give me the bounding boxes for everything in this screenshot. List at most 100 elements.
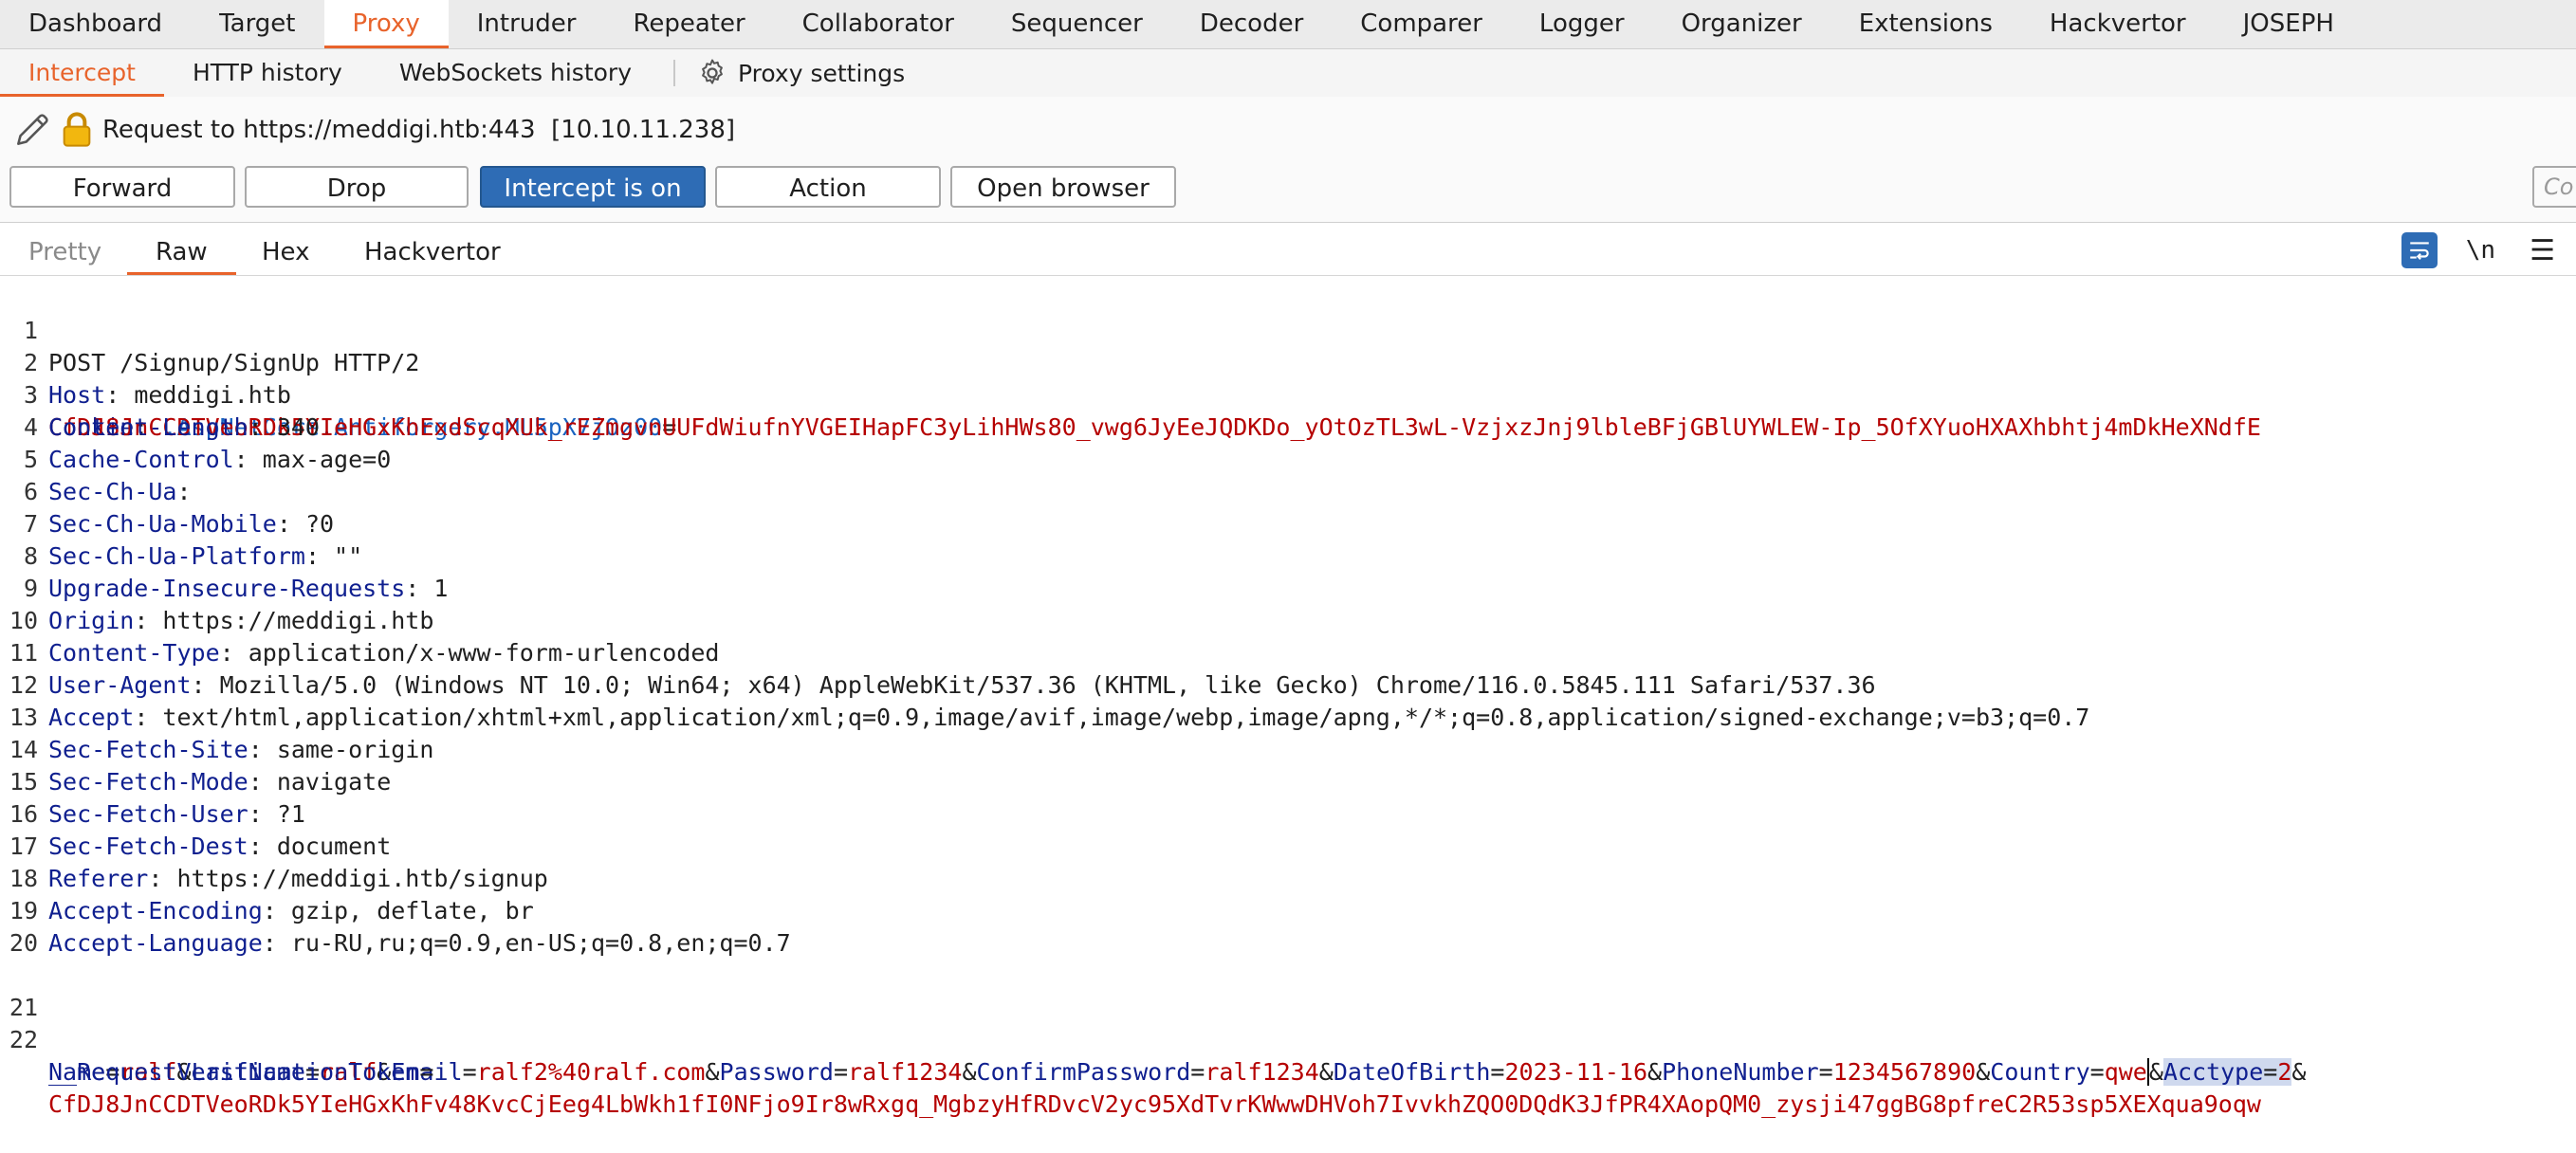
drop-button[interactable]: Drop	[245, 166, 469, 208]
header-value: https://meddigi.htb/signup	[162, 865, 548, 892]
intercept-toolbar: Forward Drop Intercept is on Action Open…	[0, 163, 2576, 223]
tab-comparer[interactable]: Comparer	[1332, 0, 1511, 48]
tab-raw[interactable]: Raw	[127, 226, 236, 275]
header-name: Cache-Control	[48, 446, 234, 473]
tab-collaborator[interactable]: Collaborator	[774, 0, 983, 48]
header-value: Mozilla/5.0 (Windows NT 10.0; Win64; x64…	[205, 671, 1876, 699]
param-value: ralf1234	[848, 1058, 963, 1086]
code-line: 22 Name=ralf&LastName=ralf&Email=ralf2%4…	[0, 992, 2306, 1086]
line-number: 17	[9, 833, 38, 860]
tab-decoder[interactable]: Decoder	[1171, 0, 1332, 48]
header-value: ""	[320, 542, 363, 570]
raw-request-editor[interactable]: 1 POST /Signup/SignUp HTTP/2 2 Host: med…	[0, 283, 2576, 1145]
line-number: 15	[9, 768, 38, 796]
param-name: Acctype	[2162, 1058, 2264, 1086]
header-value: 1	[419, 575, 449, 602]
param-name: DateOfBirth	[1333, 1058, 1491, 1086]
word-wrap-icon[interactable]	[2401, 232, 2438, 268]
param-value: ralf2%40ralf.com	[476, 1058, 706, 1086]
line-number: 13	[9, 704, 38, 731]
line-number: 19	[9, 897, 38, 924]
header-name: Accept-Encoding	[48, 897, 263, 924]
header-name: Sec-Ch-Ua	[48, 478, 177, 505]
tab-target[interactable]: Target	[191, 0, 323, 48]
code-line: 2 Host: meddigi.htb	[0, 315, 291, 409]
tab-repeater[interactable]: Repeater	[604, 0, 773, 48]
header-value: 340	[262, 413, 320, 441]
param-value: 2023-11-16	[1504, 1058, 1647, 1086]
tab-intercept[interactable]: Intercept	[0, 49, 164, 97]
header-name: Upgrade-Insecure-Requests	[48, 575, 406, 602]
tab-intruder[interactable]: Intruder	[449, 0, 605, 48]
proxy-sub-tab-bar: Intercept HTTP history WebSockets histor…	[0, 49, 2576, 98]
token-value: CfDJ8JnCCDTVeoRDk5YIeHGxKhFv48KvcCjEeg4L…	[48, 1090, 2261, 1118]
menu-icon[interactable]: ☰	[2530, 234, 2555, 267]
line-number: 9	[23, 575, 38, 602]
header-name: Origin	[48, 607, 135, 634]
header-value: application/x-www-form-urlencoded	[233, 639, 720, 667]
cookie-value: CfDJ8JnCCDTVeoRDk5YIeHGxKhExdScqXUk_rEZm…	[48, 413, 2261, 441]
line-number: 18	[9, 865, 38, 892]
tab-http-history[interactable]: HTTP history	[164, 49, 371, 97]
line-number: 12	[9, 671, 38, 699]
action-button[interactable]: Action	[715, 166, 941, 208]
divider	[673, 60, 676, 86]
header-name: User-Agent	[48, 671, 192, 699]
header-value: ?1	[262, 800, 305, 828]
header-value: ?0	[290, 510, 335, 538]
intercept-toggle-button[interactable]: Intercept is on	[480, 166, 706, 208]
open-browser-button[interactable]: Open browser	[950, 166, 1176, 208]
line-number: 6	[23, 478, 38, 505]
tab-logger[interactable]: Logger	[1511, 0, 1653, 48]
proxy-settings-button[interactable]: Proxy settings	[689, 57, 905, 89]
header-value: gzip, deflate, br	[276, 897, 534, 924]
proxy-settings-label: Proxy settings	[738, 59, 906, 87]
param-value: 2	[2277, 1058, 2292, 1086]
tab-pretty[interactable]: Pretty	[28, 226, 101, 275]
forward-button[interactable]: Forward	[9, 166, 235, 208]
tab-sequencer[interactable]: Sequencer	[983, 0, 1171, 48]
header-name: Sec-Fetch-Dest	[48, 833, 248, 860]
top-tab-bar: Dashboard Target Proxy Intruder Repeater…	[0, 0, 2576, 49]
tab-organizer[interactable]: Organizer	[1653, 0, 1831, 48]
tab-hex[interactable]: Hex	[262, 226, 309, 275]
request-line: POST /Signup/SignUp HTTP/2	[48, 349, 420, 376]
header-name: Sec-Fetch-User	[48, 800, 248, 828]
header-name: Sec-Fetch-Site	[48, 736, 248, 763]
wrap-lines-icon	[2410, 242, 2429, 260]
tab-hackvertor-editor[interactable]: Hackvertor	[364, 226, 501, 275]
param-name: PhoneNumber	[1662, 1058, 1819, 1086]
tab-websockets-history[interactable]: WebSockets history	[371, 49, 660, 97]
lock-icon	[63, 112, 91, 147]
tab-proxy[interactable]: Proxy	[323, 0, 449, 48]
tab-hackvertor[interactable]: Hackvertor	[2021, 0, 2215, 48]
tab-extensions[interactable]: Extensions	[1831, 0, 2021, 48]
newline-toggle-icon[interactable]: \n	[2466, 236, 2495, 265]
code-line-wrap: __RequestVerificationToken=	[0, 1024, 433, 1086]
request-info-bar: Request to https://meddigi.htb:443 [10.1…	[0, 97, 2576, 163]
code-line: 21	[0, 960, 57, 1021]
param-name: ConfirmPassword	[976, 1058, 1191, 1086]
header-value: https://meddigi.htb	[148, 607, 434, 634]
gear-icon	[702, 59, 723, 84]
tab-joseph[interactable]: JOSEPH	[2215, 0, 2363, 48]
line-number: 7	[23, 510, 38, 538]
header-name: Accept-Language	[48, 929, 263, 957]
header-name: Sec-Fetch-Mode	[48, 768, 248, 796]
tab-dashboard[interactable]: Dashboard	[0, 0, 191, 48]
param-value: qwe	[2104, 1058, 2147, 1086]
param-value: 1234567890	[1832, 1058, 1977, 1086]
header-value: max-age=0	[248, 446, 392, 473]
comment-input[interactable]: Co	[2532, 166, 2576, 208]
header-name: Content-Type	[48, 639, 220, 667]
param-value: ralf1234	[1205, 1058, 1319, 1086]
header-value: ru-RU,ru;q=0.9,en-US;q=0.8,en;q=0.7	[276, 929, 791, 957]
code-line: 1 POST /Signup/SignUp HTTP/2	[0, 283, 419, 376]
line-number: 8	[23, 542, 38, 570]
token-name: __RequestVerificationToken=	[48, 1058, 434, 1086]
pencil-icon[interactable]	[11, 109, 53, 151]
header-value: same-origin	[262, 736, 434, 763]
line-number: 14	[9, 736, 38, 763]
header-name: Sec-Ch-Ua-Platform	[48, 542, 305, 570]
line-number: 16	[9, 800, 38, 828]
